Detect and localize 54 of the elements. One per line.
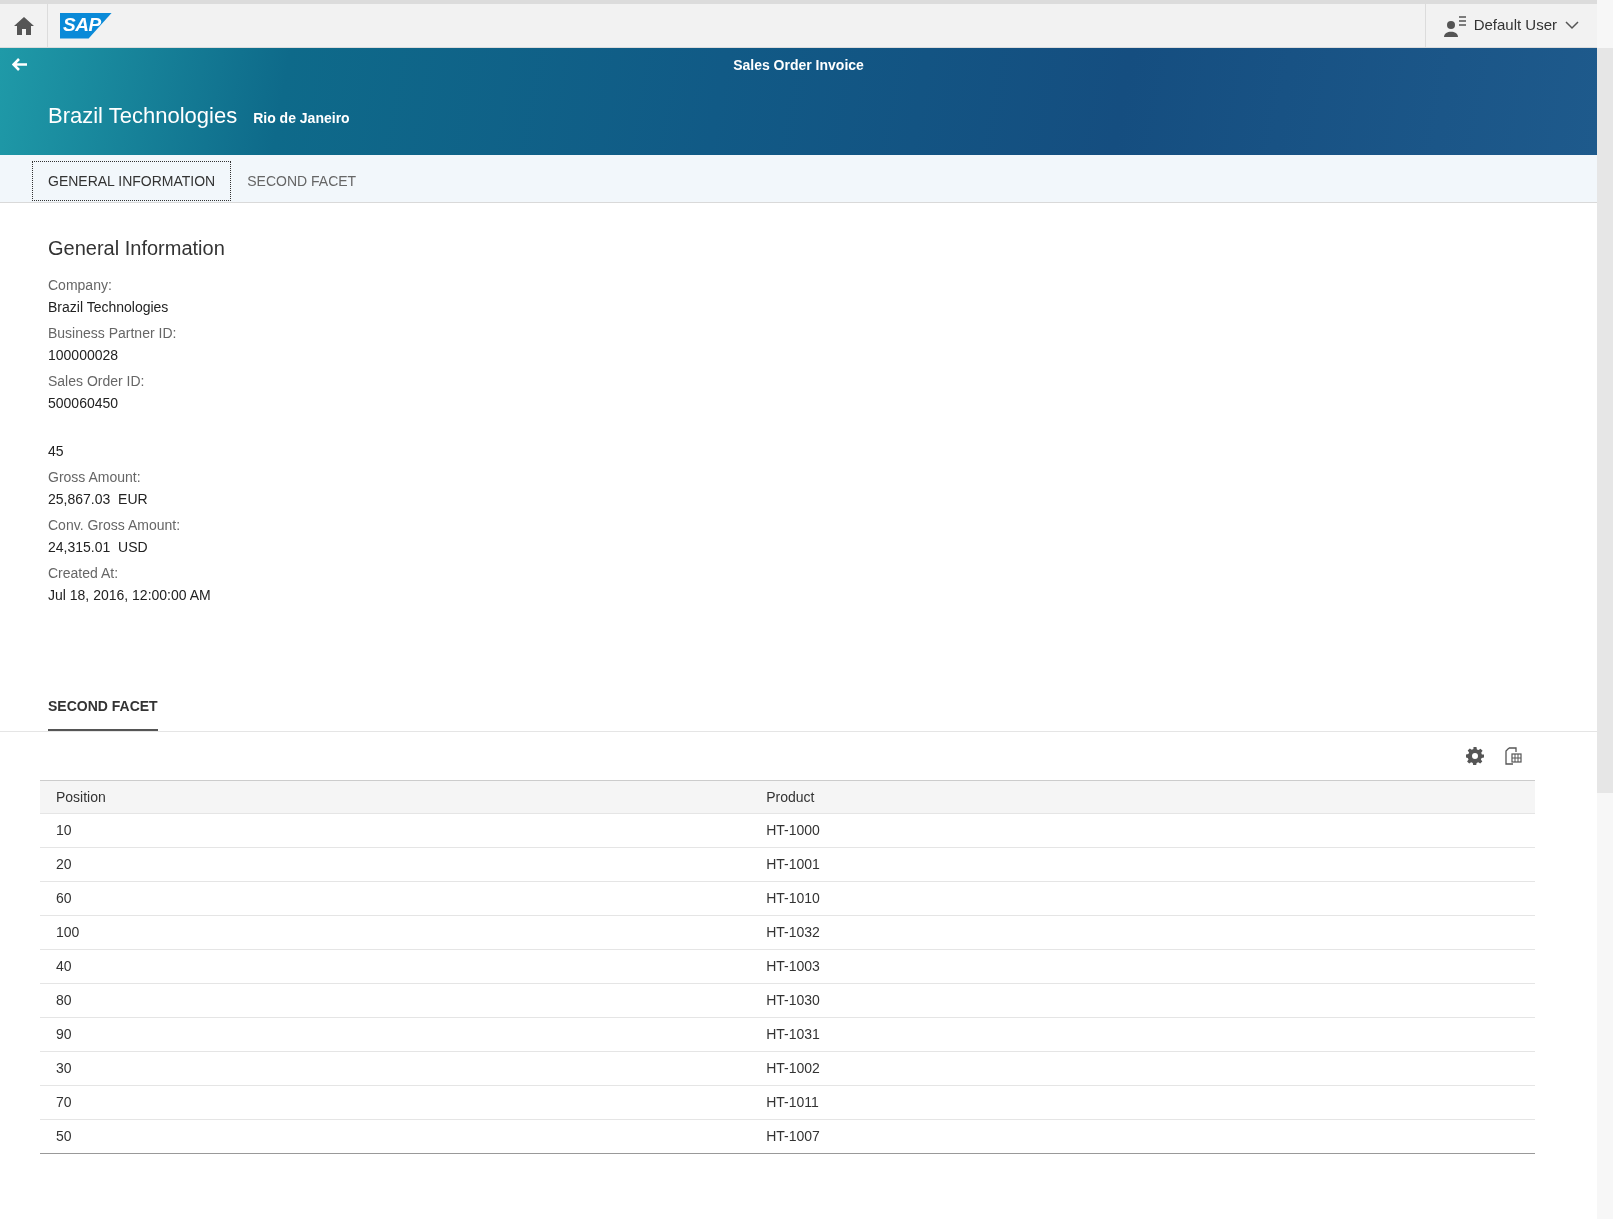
table-cell: 30 [40, 1051, 751, 1086]
object-title: Brazil Technologies [48, 102, 238, 130]
field-value: 500060450 [48, 394, 120, 410]
table-cell: 80 [40, 983, 751, 1018]
field-label: Sales Order ID: [48, 372, 146, 388]
table-cell: 20 [40, 847, 751, 882]
table-cell: 90 [40, 1017, 751, 1052]
field-value: 45 [48, 442, 65, 458]
field-label: Gross Amount: [48, 468, 142, 484]
table-cell: 40 [40, 949, 751, 984]
tab[interactable]: GENERAL INFORMATION [32, 161, 232, 201]
back-arrow-icon [12, 57, 28, 71]
table-cell: 70 [40, 1085, 751, 1120]
table-cell: 100 [40, 915, 751, 950]
home-icon [12, 15, 35, 36]
field-label: Business Partner ID: [48, 324, 178, 340]
field-value: 24,315.01 USD [48, 538, 149, 554]
field-value: 25,867.03 EUR [48, 490, 149, 506]
field-label: Company: [48, 276, 113, 292]
settings-icon [1466, 747, 1484, 765]
field-value: 100000028 [48, 346, 120, 362]
field-value: Brazil Technologies [48, 298, 170, 314]
table-cell: HT-1011 [750, 1085, 1535, 1120]
column-header[interactable]: Product [750, 780, 1535, 814]
export-button[interactable] [1503, 746, 1523, 766]
table-cell: HT-1032 [750, 915, 1535, 950]
scrollbar-thumb[interactable] [1597, 48, 1613, 793]
field-label: Created At: [48, 564, 120, 580]
section-title: General Information [48, 236, 226, 261]
tab[interactable]: SECOND FACET [231, 161, 373, 201]
field-label: Conv. Gross Amount: [48, 516, 181, 532]
table-cell: HT-1010 [750, 881, 1535, 916]
table-cell: HT-1007 [750, 1119, 1535, 1154]
chevron-down-icon [1565, 21, 1579, 30]
app-title: Sales Order Invoice [733, 56, 864, 75]
spreadsheet-icon [1504, 747, 1522, 765]
table-cell: HT-1031 [750, 1017, 1535, 1052]
object-subtitle: Rio de Janeiro [253, 109, 350, 128]
table-cell: HT-1003 [750, 949, 1535, 984]
settings-button[interactable] [1465, 746, 1485, 766]
table-cell: HT-1001 [750, 847, 1535, 882]
table-cell: 50 [40, 1119, 751, 1154]
table-cell: HT-1000 [750, 813, 1535, 848]
table-cell: 60 [40, 881, 751, 916]
column-header[interactable]: Position [40, 780, 751, 814]
sap-logo[interactable]: SAP [60, 12, 112, 39]
section-tab-title: SECOND FACET [48, 696, 158, 731]
user-name: Default User [1473, 15, 1557, 36]
field-value: Jul 18, 2016, 12:00:00 AM [48, 586, 212, 602]
back-button[interactable] [10, 55, 30, 73]
user-list-icon [1443, 14, 1466, 37]
table-cell: 10 [40, 813, 751, 848]
table-cell: HT-1030 [750, 983, 1535, 1018]
table-cell: HT-1002 [750, 1051, 1535, 1086]
